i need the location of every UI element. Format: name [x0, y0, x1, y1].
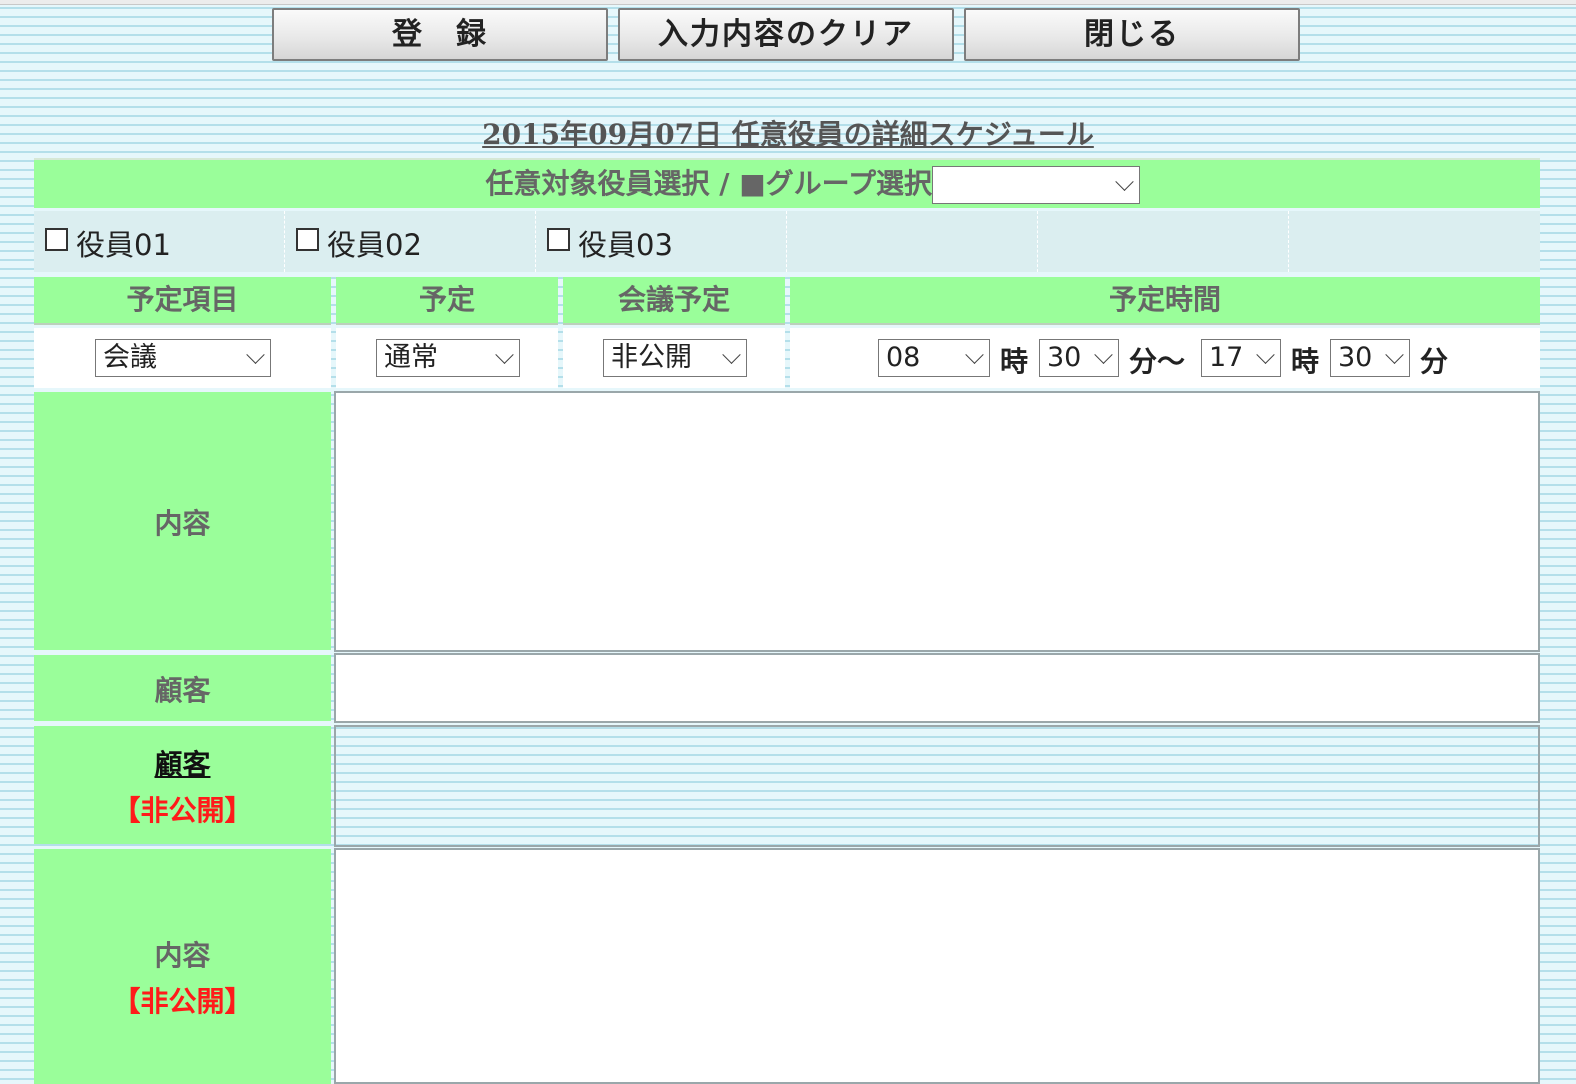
private-content-label: 内容 — [154, 939, 211, 972]
meeting-plan-value: 非公開 — [611, 342, 692, 373]
member-label-03: 役員03 — [578, 228, 673, 262]
schedule-plan-value: 通常 — [384, 342, 438, 373]
member-cell-01: 役員01 — [34, 211, 285, 272]
start-hour-value: 08 — [886, 342, 921, 373]
header-schedule-time: 予定時間 — [790, 277, 1540, 325]
schedule-item-select[interactable]: 会議 — [95, 339, 271, 377]
member-cell-02: 役員02 — [285, 211, 536, 272]
content-textarea[interactable] — [334, 391, 1540, 652]
private-customer-link[interactable]: 顧客 — [34, 742, 331, 788]
group-select[interactable] — [932, 166, 1140, 204]
member-label-01: 役員01 — [76, 228, 171, 262]
member-cell-03: 役員03 — [536, 211, 787, 272]
hour-unit-label: 時 — [1291, 345, 1320, 378]
private-customer-display — [334, 725, 1540, 847]
member-cell-empty — [1038, 211, 1289, 272]
hour-unit-label: 時 — [1000, 345, 1029, 378]
schedule-item-value: 会議 — [103, 342, 157, 373]
member-checkbox-02[interactable] — [296, 228, 319, 251]
member-cell-empty — [1289, 211, 1540, 272]
start-minute-select[interactable]: 30 — [1039, 339, 1119, 377]
chevron-down-icon — [965, 345, 984, 364]
group-select-bar: 任意対象役員選択 / ■グループ選択 — [34, 158, 1540, 208]
customer-label: 顧客 — [154, 674, 211, 707]
customer-label-cell: 顧客 — [34, 655, 331, 721]
start-minute-value: 30 — [1047, 342, 1082, 373]
member-checkbox-01[interactable] — [45, 228, 68, 251]
end-hour-select[interactable]: 17 — [1201, 339, 1281, 377]
content-label-cell: 内容 — [34, 392, 331, 650]
chevron-down-icon — [246, 345, 265, 364]
minute-unit-label: 分 — [1420, 345, 1449, 378]
private-tag: 【非公開】 — [112, 985, 253, 1018]
page-title: 2015年09月07日 任意役員の詳細スケジュール — [482, 118, 1094, 151]
header-meeting-plan: 会議予定 — [563, 277, 785, 325]
schedule-plan-select[interactable]: 通常 — [376, 339, 520, 377]
member-checkbox-03[interactable] — [547, 228, 570, 251]
chevron-down-icon — [1256, 345, 1275, 364]
private-customer-label-cell: 顧客 【非公開】 — [34, 726, 331, 844]
minute-to-label: 分～ — [1129, 345, 1186, 378]
meeting-plan-select[interactable]: 非公開 — [603, 339, 747, 377]
chevron-down-icon — [495, 345, 514, 364]
private-tag: 【非公開】 — [112, 794, 253, 827]
group-select-label: 任意対象役員選択 / ■グループ選択 — [485, 167, 933, 200]
member-label-02: 役員02 — [327, 228, 422, 262]
close-button[interactable]: 閉じる — [964, 8, 1300, 61]
member-cell-empty — [787, 211, 1038, 272]
member-select-row: 役員01 役員02 役員03 — [34, 211, 1540, 272]
header-schedule-plan: 予定 — [336, 277, 558, 325]
chevron-down-icon — [1115, 172, 1134, 191]
end-minute-value: 30 — [1338, 342, 1373, 373]
end-hour-value: 17 — [1209, 342, 1244, 373]
private-content-label-cell: 内容 【非公開】 — [34, 849, 331, 1084]
private-content-textarea[interactable] — [334, 848, 1540, 1084]
register-button[interactable]: 登 録 — [272, 8, 608, 61]
chevron-down-icon — [1385, 345, 1404, 364]
end-minute-select[interactable]: 30 — [1330, 339, 1410, 377]
header-schedule-item: 予定項目 — [34, 277, 331, 325]
chevron-down-icon — [722, 345, 741, 364]
customer-input[interactable] — [334, 653, 1540, 723]
start-hour-select[interactable]: 08 — [878, 339, 990, 377]
chevron-down-icon — [1094, 345, 1113, 364]
content-label: 内容 — [154, 507, 211, 540]
window-top-edge — [0, 0, 1576, 5]
clear-input-button[interactable]: 入力内容のクリア — [618, 8, 954, 61]
